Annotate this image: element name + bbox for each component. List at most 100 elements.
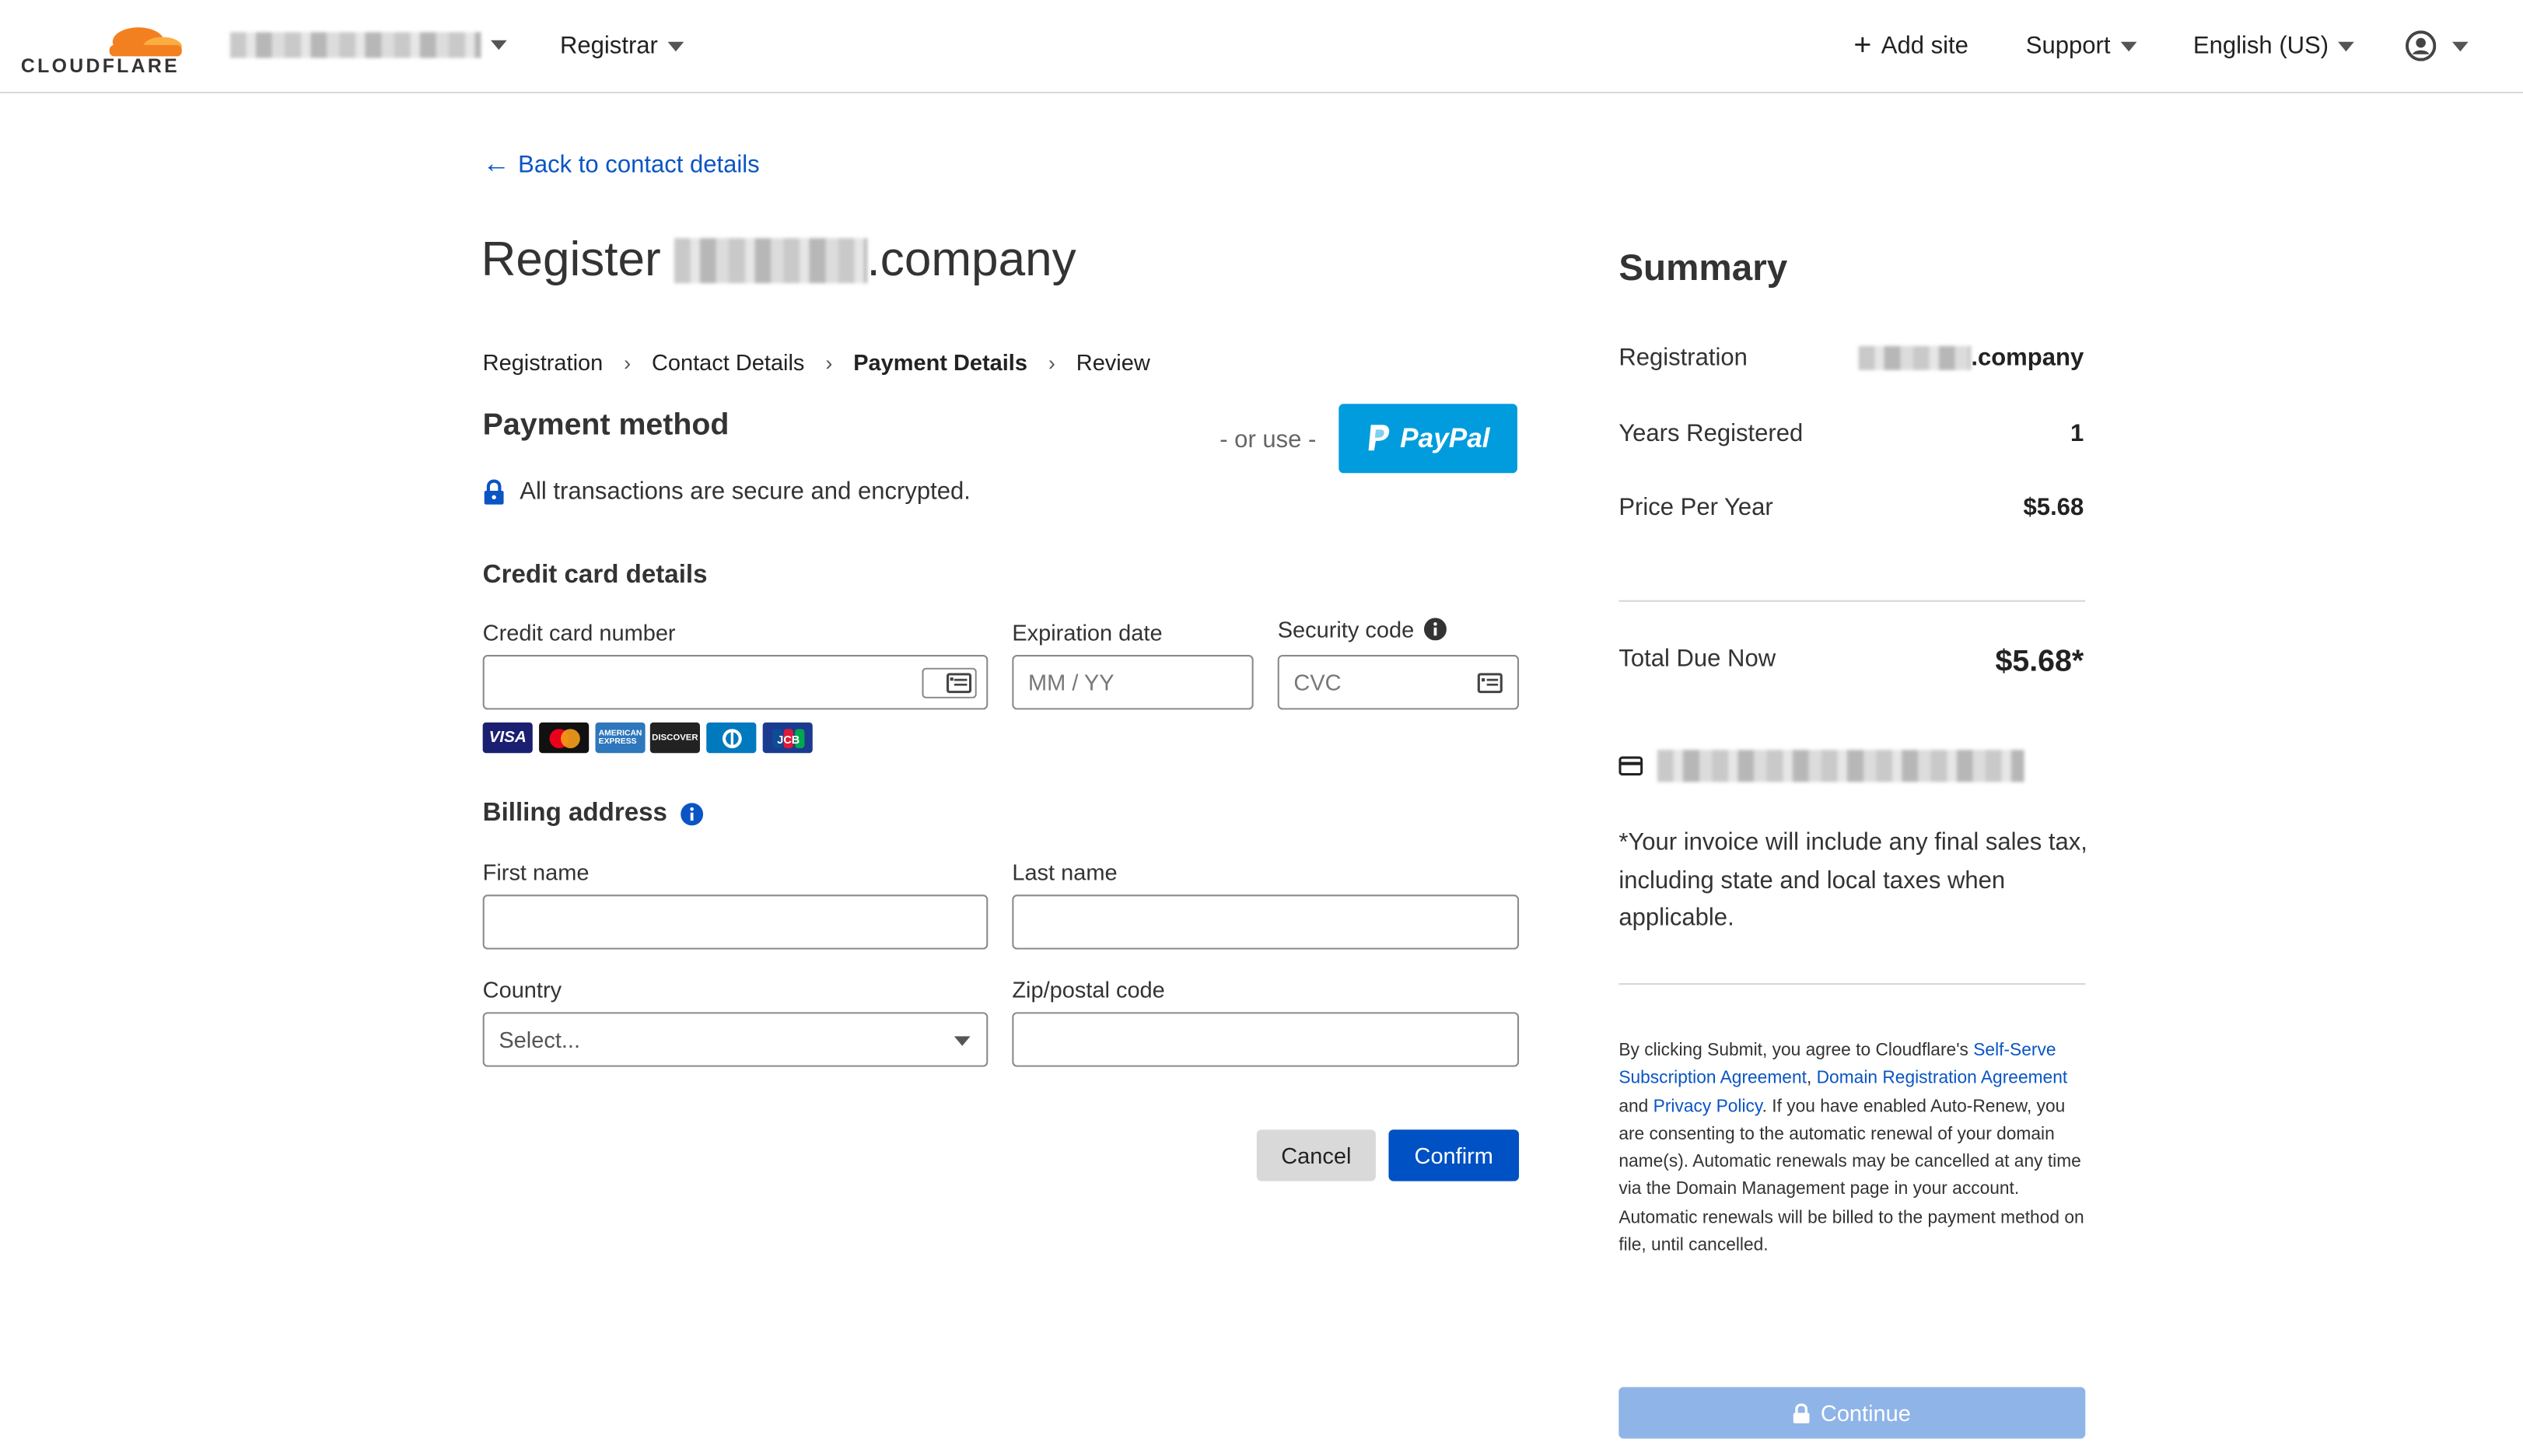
svg-text:JCB: JCB bbox=[776, 733, 799, 746]
language-label: English (US) bbox=[2192, 32, 2329, 60]
cvc-card-icon bbox=[1477, 673, 1503, 694]
billing-address-heading: Billing address bbox=[482, 800, 667, 828]
security-code-label: Security code bbox=[1277, 616, 1415, 642]
expiration-label: Expiration date bbox=[1012, 619, 1163, 646]
registrar-label: Registrar bbox=[559, 32, 658, 60]
breadcrumb: Registration › Contact Details › Payment… bbox=[483, 349, 1150, 375]
billing-address-heading-group: Billing address bbox=[483, 800, 703, 828]
secure-text: All transactions are secure and encrypte… bbox=[520, 478, 971, 506]
plus-icon: + bbox=[1853, 29, 1872, 63]
add-site-button[interactable]: + Add site bbox=[1853, 29, 1968, 63]
invoice-note: *Your invoice will include any final sal… bbox=[1618, 828, 2087, 932]
summary-total-value: $5.68* bbox=[1995, 645, 2084, 680]
continue-button[interactable]: Continue bbox=[1618, 1387, 2086, 1439]
visa-logo-icon: VISA bbox=[482, 722, 533, 754]
chevron-down-icon bbox=[491, 40, 507, 51]
domain-registration-agreement-link[interactable]: Domain Registration Agreement bbox=[1817, 1069, 2068, 1088]
breadcrumb-payment-details: Payment Details bbox=[853, 348, 1027, 376]
chevron-down-icon bbox=[2452, 40, 2469, 51]
diners-club-logo-icon bbox=[706, 722, 757, 754]
security-code-label-group: Security code bbox=[1278, 616, 1447, 642]
zip-input[interactable] bbox=[1012, 1012, 1520, 1067]
account-name-redacted bbox=[229, 32, 481, 58]
last-name-input[interactable] bbox=[1012, 894, 1520, 950]
chevron-down-icon bbox=[667, 40, 684, 51]
diners-circle-icon bbox=[721, 728, 741, 748]
confirm-button[interactable]: Confirm bbox=[1388, 1129, 1520, 1181]
card-number-input[interactable] bbox=[482, 655, 989, 710]
card-number-label: Credit card number bbox=[482, 619, 676, 646]
lock-icon bbox=[1793, 1402, 1811, 1423]
mastercard-circles-icon bbox=[548, 728, 579, 748]
payment-info-redacted bbox=[1657, 750, 2024, 782]
info-icon[interactable] bbox=[1423, 618, 1447, 641]
summary-divider bbox=[1618, 600, 2086, 602]
summary-registration-suffix: .company bbox=[1971, 344, 2084, 372]
legal-text-part: By clicking Submit, you agree to Cloudfl… bbox=[1618, 1041, 1974, 1061]
or-use-text: - or use - bbox=[1220, 426, 1317, 454]
breadcrumb-contact-details[interactable]: Contact Details bbox=[652, 349, 804, 375]
summary-price-label: Price Per Year bbox=[1618, 494, 1773, 522]
user-menu[interactable] bbox=[2406, 30, 2469, 61]
logo-wordmark: CLOUDFLARE bbox=[20, 54, 180, 78]
summary-years-value: 1 bbox=[2070, 419, 2084, 448]
legal-text-part: , bbox=[1806, 1069, 1817, 1089]
discover-logo-icon: DISCOVER bbox=[649, 722, 700, 754]
breadcrumb-registration[interactable]: Registration bbox=[483, 349, 604, 375]
paypal-button[interactable]: PayPal bbox=[1338, 404, 1517, 474]
cloud-icon bbox=[109, 27, 182, 57]
country-select-value: Select... bbox=[499, 1026, 581, 1053]
cloudflare-logo[interactable]: CLOUDFLARE bbox=[20, 13, 188, 78]
chevron-right-icon: › bbox=[624, 349, 632, 375]
legal-text: By clicking Submit, you agree to Cloudfl… bbox=[1618, 1038, 2088, 1260]
summary-registration-value: .company bbox=[1858, 344, 2084, 372]
domain-name-redacted bbox=[674, 238, 867, 284]
page-title-prefix: Register bbox=[481, 233, 661, 287]
language-menu[interactable]: English (US) bbox=[2192, 32, 2355, 60]
country-label: Country bbox=[482, 976, 562, 1003]
country-select[interactable]: Select... bbox=[482, 1012, 989, 1067]
page-title-suffix: .company bbox=[866, 233, 1076, 287]
info-icon[interactable] bbox=[680, 803, 703, 826]
jcb-logo-icon: JCB bbox=[762, 722, 813, 754]
first-name-label: First name bbox=[482, 859, 590, 885]
chevron-right-icon: › bbox=[1048, 349, 1055, 375]
paypal-label: PayPal bbox=[1400, 422, 1490, 453]
credit-card-icon bbox=[1618, 756, 1643, 776]
summary-divider bbox=[1618, 983, 2086, 985]
payment-method-summary bbox=[1618, 750, 2024, 782]
payment-method-heading: Payment method bbox=[482, 408, 730, 443]
legal-text-part: . If you have enabled Auto-Renew, you ar… bbox=[1618, 1097, 2084, 1255]
add-site-label: Add site bbox=[1881, 32, 1968, 60]
legal-text-part: and bbox=[1618, 1097, 1653, 1116]
support-menu[interactable]: Support bbox=[2026, 32, 2136, 60]
card-icon bbox=[922, 667, 977, 698]
summary-registration-label: Registration bbox=[1618, 344, 1748, 372]
summary-heading: Summary bbox=[1618, 246, 1788, 289]
privacy-policy-link[interactable]: Privacy Policy bbox=[1653, 1097, 1762, 1116]
chevron-down-icon bbox=[2119, 40, 2136, 51]
registrar-menu[interactable]: Registrar bbox=[559, 32, 684, 60]
continue-label: Continue bbox=[1820, 1399, 1911, 1426]
user-avatar-icon bbox=[2406, 30, 2437, 61]
back-link-label: Back to contact details bbox=[518, 150, 760, 178]
first-name-input[interactable] bbox=[482, 894, 989, 950]
page-title: Register .company bbox=[481, 233, 1076, 288]
security-code-input[interactable]: CVC bbox=[1277, 655, 1520, 710]
back-to-contact-details-link[interactable]: ← Back to contact details bbox=[483, 148, 760, 180]
summary-price-value: $5.68 bbox=[2023, 494, 2084, 522]
expiration-input[interactable]: MM / YY bbox=[1012, 655, 1254, 710]
chevron-right-icon: › bbox=[825, 349, 833, 375]
arrow-left-icon: ← bbox=[482, 148, 510, 179]
security-code-placeholder: CVC bbox=[1293, 669, 1342, 695]
mastercard-logo-icon bbox=[539, 722, 590, 754]
paypal-icon bbox=[1368, 425, 1390, 451]
breadcrumb-review: Review bbox=[1076, 348, 1150, 376]
amex-logo-icon: AMERICAN EXPRESS bbox=[595, 722, 646, 754]
summary-total-label: Total Due Now bbox=[1618, 645, 1776, 673]
zip-label: Zip/postal code bbox=[1012, 976, 1165, 1003]
jcb-stripes-icon: JCB bbox=[772, 728, 804, 748]
cancel-button[interactable]: Cancel bbox=[1256, 1129, 1376, 1181]
expiration-placeholder: MM / YY bbox=[1028, 669, 1115, 695]
account-switcher[interactable] bbox=[229, 32, 507, 58]
